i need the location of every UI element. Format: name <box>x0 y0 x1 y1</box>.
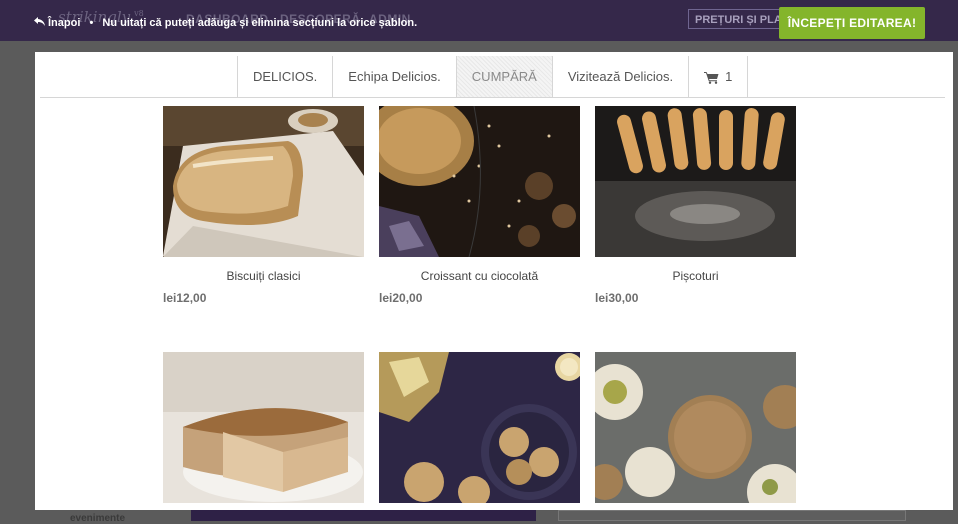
product-image-bread[interactable] <box>163 106 364 257</box>
macarons-photo <box>595 352 796 503</box>
bread-loaf-photo <box>163 106 364 257</box>
product-card[interactable] <box>163 352 364 503</box>
back-label: Înapoi <box>48 17 81 29</box>
product-price: lei20,00 <box>379 291 423 305</box>
reply-arrow-icon <box>34 17 45 29</box>
dark-chocolate-pastry-photo <box>379 106 580 257</box>
product-price: lei12,00 <box>163 291 207 305</box>
background-bottom-box <box>558 510 906 521</box>
editor-hint-text: Nu uitați că puteți adăuga și elimina se… <box>102 17 418 29</box>
site-navigation: DELICIOS. Echipa Delicios. CUMPĂRĂ Vizit… <box>35 56 953 98</box>
background-bottom-panel <box>191 510 536 521</box>
cart-button[interactable]: 1 <box>689 56 749 98</box>
product-name: Pișcoturi <box>672 269 719 283</box>
site-nav-item-team[interactable]: Echipa Delicios. <box>333 56 457 98</box>
editor-hint-bar: Înapoi • Nu uitați că puteți adăuga și e… <box>34 17 417 29</box>
product-image-cookies[interactable] <box>379 352 580 503</box>
background-pricing-button: PREȚURI ȘI PLANURI <box>688 9 784 29</box>
start-editing-button[interactable]: ÎNCEPEȚI EDITAREA! <box>779 7 925 39</box>
product-image-cheesecake[interactable] <box>163 352 364 503</box>
ladyfinger-biscuits-photo <box>595 106 796 257</box>
nav-divider <box>40 97 945 98</box>
product-image-ladyfingers[interactable] <box>595 106 796 257</box>
background-bottom-text: evenimente <box>70 513 126 524</box>
product-card[interactable]: Biscuiți clasici lei12,00 <box>163 106 364 305</box>
cart-icon <box>704 71 719 84</box>
site-nav-item-delicios[interactable]: DELICIOS. <box>238 56 334 98</box>
separator-dot: • <box>89 17 94 29</box>
product-image-croissant[interactable] <box>379 106 580 257</box>
product-card[interactable]: Pișcoturi lei30,00 <box>595 106 796 305</box>
product-card[interactable] <box>379 352 580 503</box>
product-name: Croissant cu ciocolată <box>420 269 539 283</box>
product-card[interactable] <box>595 352 796 503</box>
site-nav-item-shop[interactable]: CUMPĂRĂ <box>456 56 553 98</box>
site-nav-item-visit[interactable]: Vizitează Delicios. <box>553 56 690 98</box>
product-price: lei30,00 <box>595 291 639 305</box>
product-card[interactable]: Croissant cu ciocolată lei20,00 <box>379 106 580 305</box>
template-preview: DELICIOS. Echipa Delicios. CUMPĂRĂ Vizit… <box>35 52 953 510</box>
cheesecake-slice-photo <box>163 352 364 503</box>
back-link[interactable]: Înapoi <box>34 17 83 29</box>
product-name: Biscuiți clasici <box>226 269 301 283</box>
cart-count: 1 <box>725 69 733 84</box>
cookies-bowl-photo <box>379 352 580 503</box>
product-image-macarons[interactable] <box>595 352 796 503</box>
